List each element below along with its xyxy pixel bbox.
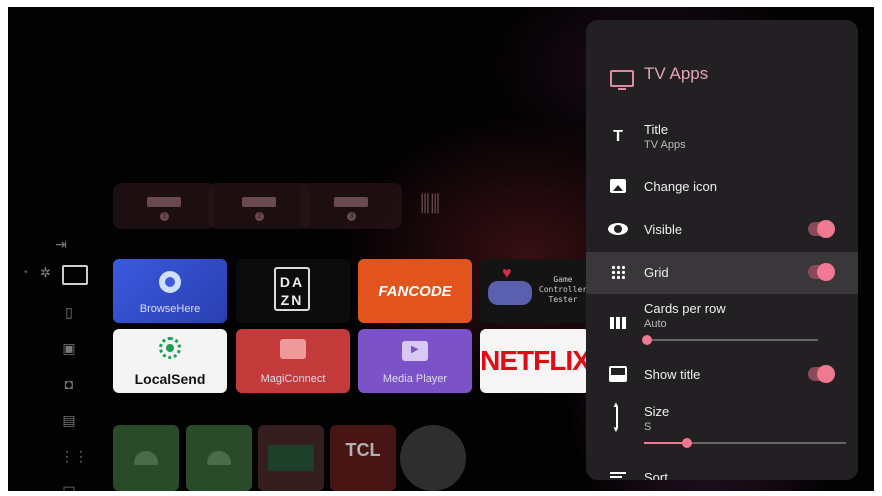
hdmi-input-1[interactable]: 1 [113,183,215,229]
setting-label: Show title [644,367,701,382]
app-label: Media Player [382,373,448,385]
settings-square-icon[interactable]: ◘ [60,375,78,393]
setting-label: Sort [644,470,668,480]
app-label: Game Controller Tester [538,275,588,304]
browsehere-logo-icon [159,271,181,293]
android-icon [207,451,231,465]
setting-label: Visible [644,222,683,237]
sort-icon [610,472,626,480]
resize-icon [612,400,620,434]
slider-knob[interactable] [682,438,692,448]
app-tile-netflix[interactable]: NETFLIX [480,329,590,393]
slider-fill [644,442,685,444]
app-tile-tcl-home[interactable]: TCL [330,425,396,491]
app-tile-unknown[interactable] [258,425,324,491]
app-label: BrowseHere [139,303,201,315]
dazn-logo-line1: DA [279,274,305,290]
setting-label: Cards per row [644,301,726,316]
dazn-logo: DA ZN [274,267,310,311]
phone-icon[interactable]: ▯ [60,303,78,321]
grid-toggle[interactable] [808,263,835,281]
grid-icon [611,265,625,279]
cards-per-row-slider[interactable] [642,335,818,345]
visible-toggle[interactable] [808,220,835,238]
app-tile-magiconnect[interactable]: MagiConnect [236,329,350,393]
slider-knob[interactable] [642,335,652,345]
size-slider[interactable] [644,438,846,448]
gear-icon[interactable]: ✲ [40,265,51,281]
hdmi-icon [242,197,276,207]
setting-change-icon[interactable]: Change icon [586,166,858,208]
tv-icon[interactable] [62,265,88,285]
setting-sort[interactable]: Sort [586,456,858,480]
gamepad-icon [488,281,532,305]
image-icon [610,179,626,193]
rail-indicator: • [24,267,28,278]
show-title-toggle[interactable] [808,365,835,383]
hdmi-input-2[interactable]: 2 [208,183,310,229]
hdmi-number: 2 [255,212,264,221]
setting-label: Change icon [644,179,717,194]
apps-grid-icon[interactable]: ⋮⋮ [60,447,88,465]
app-tile-browsehere[interactable]: BrowseHere [113,259,227,323]
input-icon[interactable]: ⇥ [52,235,70,253]
setting-visible[interactable]: Visible [586,209,858,251]
tv-icon [610,70,634,90]
app-label: LocalSend [134,371,206,387]
media-player-logo-icon [402,341,428,361]
setting-cards-per-row[interactable]: Cards per row Auto [586,295,858,349]
setting-size[interactable]: Size S [586,398,858,452]
source-icon[interactable]: ▤ [60,411,78,429]
setting-grid[interactable]: Grid [586,252,858,294]
panel-title: TV Apps [644,64,709,83]
setting-value: S [644,421,652,433]
settings-panel: TV Apps T Title TV Apps Change icon Visi… [586,20,858,480]
user-avatar[interactable] [400,425,466,491]
android-icon [134,451,158,465]
app-tile-game-controller-tester[interactable]: ♥ Game Controller Tester [480,259,590,323]
app-tile-dazn[interactable]: DA ZN [236,259,350,323]
panel-header: TV Apps [586,20,858,116]
more-icon[interactable]: ▭ [60,479,78,491]
app-tile-android-1[interactable] [113,425,179,491]
hdmi-input-3[interactable]: 3 [300,183,402,229]
video-icon[interactable]: ▣ [60,339,78,357]
hdmi-number: 1 [160,212,169,221]
localsend-logo-icon [159,337,181,359]
app-tile-localsend[interactable]: LocalSend [113,329,227,393]
eye-icon [608,223,628,235]
hdmi-icon [147,197,181,207]
hdmi-number: 3 [347,212,356,221]
app-tile-android-2[interactable] [186,425,252,491]
setting-label: Grid [644,265,669,280]
setting-value: Auto [644,318,667,330]
tcl-logo: TCL [345,440,381,460]
setting-show-title[interactable]: Show title [586,354,858,396]
heart-icon: ♥ [502,265,512,282]
setting-value: TV Apps [644,139,686,151]
app-tile-media-player[interactable]: Media Player [358,329,472,393]
columns-icon [610,317,626,329]
equalizer-icon[interactable]: ⫼⫼ [420,191,440,217]
app-label: MagiConnect [260,373,326,385]
dazn-logo-line2: ZN [280,292,304,308]
hdmi-icon [334,197,368,207]
app-tile-fancode[interactable]: FANCODE [358,259,472,323]
magiconnect-logo-icon [280,339,306,359]
fancode-logo: FANCODE [378,283,452,300]
tv-screen: ⇥ • ✲ ▯ ▣ ◘ ▤ ⋮⋮ ▭ 1 2 3 ⫼⫼ BrowseHere D… [8,7,874,491]
show-title-icon [609,366,627,382]
setting-title[interactable]: T Title TV Apps [586,116,858,158]
netflix-logo: NETFLIX [480,345,590,376]
setting-label: Size [644,404,670,419]
text-icon: T [613,128,623,145]
setting-label: Title [644,122,669,137]
